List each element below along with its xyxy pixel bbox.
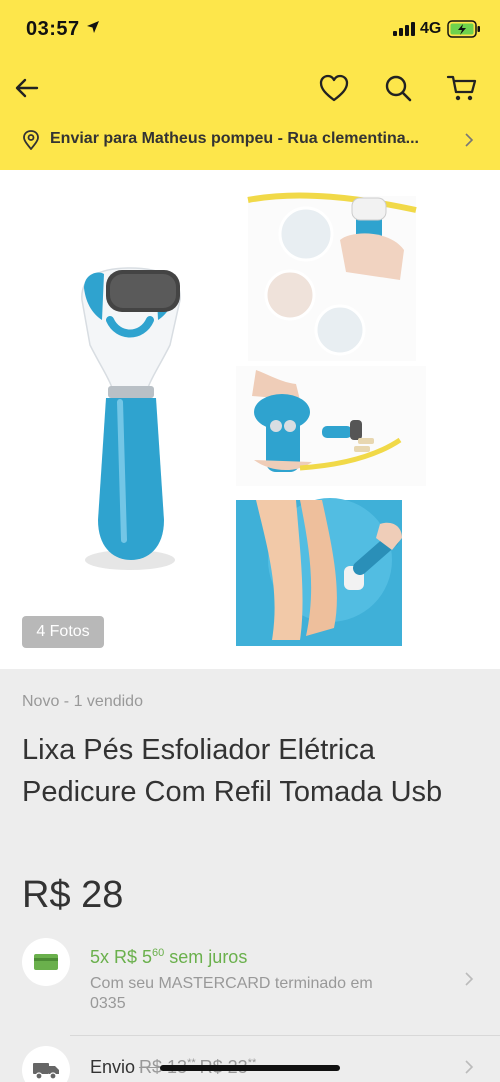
truck-icon-wrap <box>22 1046 70 1082</box>
status-bar: 03:57 4G <box>0 0 500 60</box>
battery-icon <box>447 20 481 43</box>
cart-button[interactable] <box>442 68 482 108</box>
installment-cents: 60 <box>152 947 165 959</box>
credit-card-icon-wrap <box>22 938 70 986</box>
shipping-label: Envio <box>90 1057 136 1077</box>
product-title: Lixa Pés Esfoliador Elétrica Pedicure Co… <box>22 734 443 808</box>
installment-offer[interactable]: 5x R$ 560 sem juros <box>90 947 247 968</box>
installment-prefix: 5x R$ 5 <box>90 947 153 967</box>
product-gallery[interactable]: 4 Fotos <box>0 170 500 669</box>
home-indicator[interactable] <box>160 1065 340 1071</box>
network-type: 4G <box>420 20 442 37</box>
chevron-right-icon[interactable] <box>464 1059 474 1080</box>
product-condition: Novo - 1 vendido <box>22 693 143 710</box>
location-arrow-icon <box>86 20 100 39</box>
back-arrow-icon <box>15 78 39 98</box>
card-info-text: Com seu MASTERCARD terminado em 0335 <box>90 975 373 1012</box>
photo-count-badge[interactable]: 4 Fotos <box>22 616 104 648</box>
truck-icon <box>33 1063 59 1080</box>
signal-icon <box>393 22 415 41</box>
product-image <box>81 192 426 646</box>
collage-photo-2 <box>236 366 426 486</box>
cart-icon <box>446 75 477 101</box>
search-icon <box>385 75 412 102</box>
status-time: 03:57 <box>26 18 80 40</box>
heart-icon <box>319 74 349 102</box>
shipping-address-bar[interactable]: Enviar para Matheus pompeu - Rua clement… <box>0 118 500 162</box>
credit-card-icon <box>34 954 58 970</box>
collage-photo-3 <box>236 498 402 646</box>
location-pin-icon <box>22 130 40 155</box>
chevron-right-icon[interactable] <box>464 971 474 992</box>
chevron-right-icon <box>464 132 474 153</box>
back-button[interactable] <box>7 68 47 108</box>
shipping-address-text: Enviar para Matheus pompeu - Rua clement… <box>50 130 419 147</box>
favorite-button[interactable] <box>314 68 354 108</box>
installment-suffix: sem juros <box>164 947 248 967</box>
collage-photo-1 <box>247 192 417 361</box>
main-product-photo <box>81 267 181 570</box>
app-header: 03:57 4G Enviar para Matheus pompeu - Ru… <box>0 0 500 170</box>
search-button[interactable] <box>378 68 418 108</box>
product-price: R$ 28 <box>22 874 124 916</box>
divider <box>70 1035 500 1036</box>
product-details: Novo - 1 vendido Lixa Pés Esfoliador Elé… <box>0 669 500 1082</box>
